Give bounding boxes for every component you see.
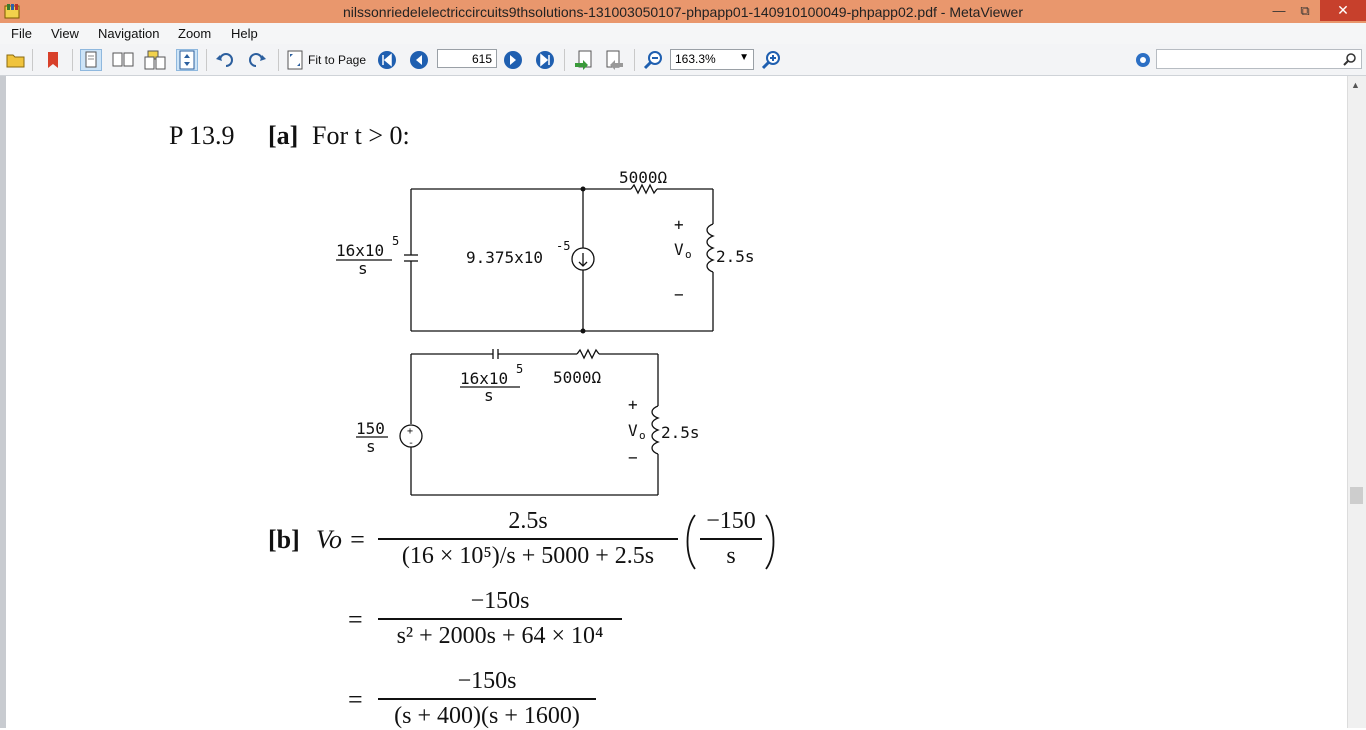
c2-vo: V xyxy=(628,421,638,440)
c2-inductor-label: 2.5s xyxy=(661,423,700,442)
c2-source-num: 150 xyxy=(356,419,385,438)
eq1-fraction: 2.5s (16 × 10⁵)/s + 5000 + 2.5s xyxy=(378,508,678,570)
eq1-paren-fraction: −150 s xyxy=(700,508,762,570)
eq1-numerator: 2.5s xyxy=(508,508,548,534)
c2-plus: + xyxy=(628,395,638,414)
c2-source-den: s xyxy=(366,437,376,456)
eq2-denominator: s² + 2000s + 64 × 10⁴ xyxy=(396,622,604,649)
eq1-lhs: Vo = xyxy=(316,525,367,554)
eq2-numerator: −150s xyxy=(470,588,530,614)
part-b-label: [b] xyxy=(268,525,300,554)
eq1-paren-denominator: s xyxy=(726,542,736,569)
c2-vo-sub: o xyxy=(639,429,646,442)
eq3-denominator: (s + 400)(s + 1600) xyxy=(394,702,580,729)
c2-resistor-label: 5000Ω xyxy=(553,368,602,387)
circuit-2-diagram: + - xyxy=(356,348,660,496)
c2-minus: − xyxy=(628,448,638,467)
eq3-fraction: −150s (s + 400)(s + 1600) xyxy=(378,668,596,730)
eq3-numerator: −150s xyxy=(457,668,517,694)
svg-text:+: + xyxy=(407,426,413,437)
c2-cap-exp: 5 xyxy=(516,362,524,376)
eq2-fraction: −150s s² + 2000s + 64 × 10⁴ xyxy=(378,588,622,650)
svg-text:-: - xyxy=(408,438,414,449)
eq3-equals: = xyxy=(348,685,363,714)
eq1-denominator: (16 × 10⁵)/s + 5000 + 2.5s xyxy=(401,542,655,569)
eq2-equals: = xyxy=(348,605,363,634)
eq1-paren-numerator: −150 xyxy=(706,508,756,534)
c2-cap-den: s xyxy=(484,386,494,405)
